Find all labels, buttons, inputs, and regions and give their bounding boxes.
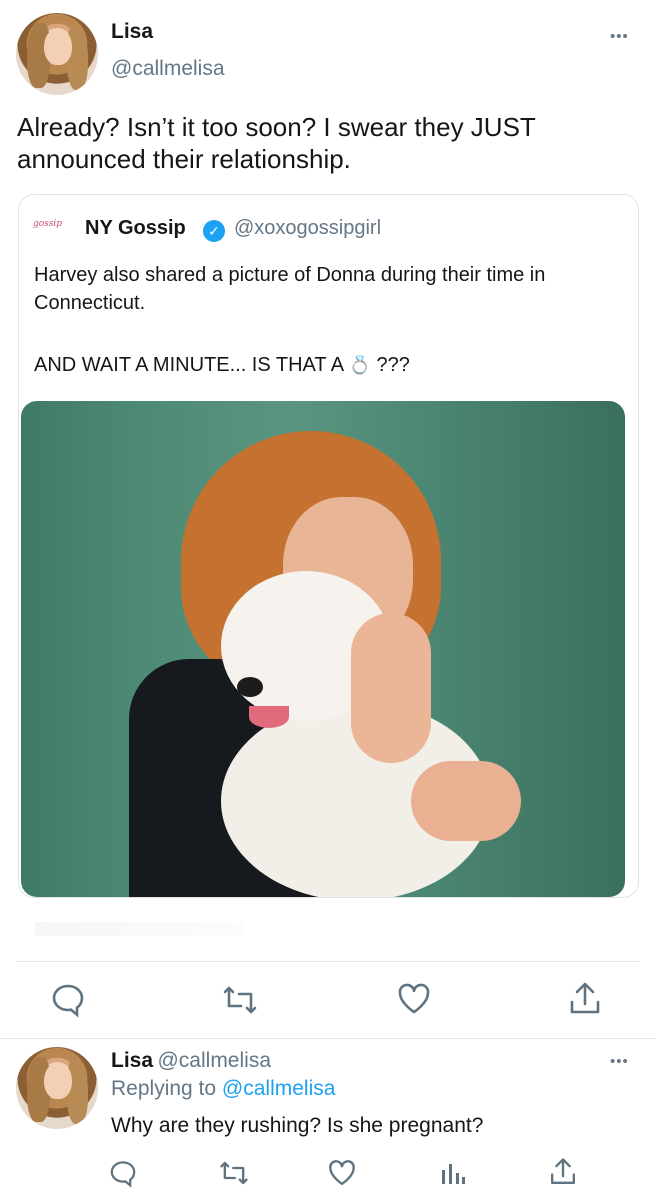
reply-author-avatar[interactable] [16,1047,98,1129]
ny-gossip-logo: gossip [33,219,63,229]
analytics-icon[interactable] [440,1160,466,1186]
like-action[interactable] [396,982,432,1021]
verified-badge-icon: ✓ [203,220,225,242]
ring-emoji: 💍 [348,355,371,375]
actions-bottom-divider [0,1038,656,1039]
reply-author-name[interactable]: Lisa [111,1049,153,1072]
quote-text-line1: Harvey also shared a picture of Donna du… [34,264,546,314]
retweet-icon[interactable] [220,982,260,1018]
photo-dog-nose [237,677,263,697]
avatar-hair-right [66,1060,89,1125]
reply-more-options-icon[interactable]: ••• [610,1053,629,1070]
reply-text: Why are they rushing? Is she pregnant? [111,1114,484,1137]
replying-to-label: Replying to [111,1077,217,1100]
avatar-hair-right [66,26,89,91]
reply-share-action[interactable] [548,1156,578,1193]
reply-icon[interactable] [50,978,86,1018]
tweet-text: Already? Isn’t it too soon? I swear they… [17,112,536,174]
quote-author-name[interactable]: NY Gossip [85,217,186,240]
quote-author-handle[interactable]: @xoxogossipgirl [234,217,381,240]
reply-header: Lisa @callmelisa [111,1049,271,1073]
reply-retweet-action[interactable] [217,1158,251,1193]
quoted-tweet-card[interactable]: gossip NY Gossip ✓ @xoxogossipgirl Harve… [18,194,639,898]
quote-text-suffix: ??? [376,354,410,376]
author-handle[interactable]: @callmelisa [111,57,225,81]
photo-hand [351,613,431,763]
reply-analytics-action[interactable] [440,1160,466,1191]
quote-text-prefix: AND WAIT A MINUTE... IS THAT A [34,354,343,376]
reply-action[interactable] [50,978,86,1023]
reply-icon[interactable] [108,1156,138,1188]
replying-to-handle-link[interactable]: @callmelisa [222,1077,336,1100]
share-icon[interactable] [567,980,603,1018]
like-icon[interactable] [327,1158,357,1188]
faint-timestamp [34,922,244,936]
more-options-icon[interactable]: ••• [610,28,629,45]
share-action[interactable] [567,980,603,1023]
avatar-face [43,1061,72,1100]
like-icon[interactable] [396,982,432,1016]
quote-text-line2: AND WAIT A MINUTE... IS THAT A 💍 ??? [34,351,624,379]
retweet-action[interactable] [220,982,260,1023]
reply-like-action[interactable] [327,1158,357,1193]
photo-dog-tongue [249,706,289,728]
retweet-icon[interactable] [217,1158,251,1188]
share-icon[interactable] [548,1156,578,1188]
actions-top-divider [16,961,640,962]
replying-to-line: Replying to @callmelisa [111,1077,335,1101]
reply-author-handle[interactable]: @callmelisa [157,1049,271,1072]
author-name[interactable]: Lisa [111,20,153,44]
photo-hand-lower [411,761,521,841]
author-avatar[interactable] [16,13,98,95]
avatar-face [43,27,72,66]
reply-reply-action[interactable] [108,1156,138,1193]
quoted-photo[interactable] [21,401,625,897]
